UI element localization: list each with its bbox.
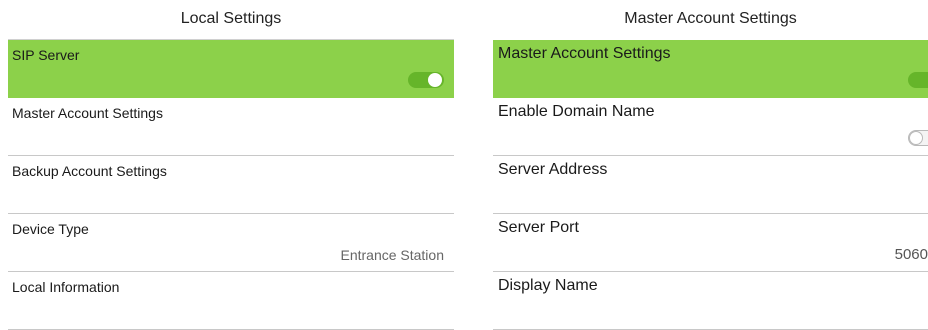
menu-item-server-port[interactable]: Server Port 5060 bbox=[493, 214, 928, 272]
menu-item-label: Enable Domain Name bbox=[498, 103, 655, 120]
menu-item-device-type[interactable]: Device Type Entrance Station bbox=[8, 214, 454, 272]
enable-domain-name-toggle[interactable] bbox=[908, 130, 928, 146]
toggle-knob bbox=[428, 73, 442, 87]
menu-item-label: Backup Account Settings bbox=[12, 163, 167, 179]
menu-item-local-information[interactable]: Local Information bbox=[8, 272, 454, 330]
menu-item-label: SIP Server bbox=[12, 47, 80, 63]
menu-item-label: Master Account Settings bbox=[12, 105, 163, 121]
menu-item-label: Server Port bbox=[498, 219, 579, 236]
device-type-value: Entrance Station bbox=[340, 247, 444, 263]
master-account-settings-panel: Master Account Settings Master Account S… bbox=[493, 0, 928, 330]
server-port-value: 5060 bbox=[894, 246, 928, 263]
menu-item-display-name[interactable]: Display Name bbox=[493, 272, 928, 330]
master-account-settings-title: Master Account Settings bbox=[624, 10, 797, 27]
master-account-toggle[interactable] bbox=[908, 72, 928, 88]
menu-item-server-address[interactable]: Server Address bbox=[493, 156, 928, 214]
local-settings-panel: Local Settings SIP Server Master Account… bbox=[8, 0, 454, 330]
menu-item-label: Local Information bbox=[12, 279, 120, 295]
menu-item-label: Device Type bbox=[12, 221, 89, 237]
menu-item-master-account-enable[interactable]: Master Account Settings bbox=[493, 40, 928, 98]
menu-item-master-account-settings[interactable]: Master Account Settings bbox=[8, 98, 454, 156]
menu-item-label: Master Account Settings bbox=[498, 45, 671, 62]
menu-item-enable-domain-name[interactable]: Enable Domain Name bbox=[493, 98, 928, 156]
sip-server-toggle[interactable] bbox=[408, 72, 444, 88]
menu-item-backup-account-settings[interactable]: Backup Account Settings bbox=[8, 156, 454, 214]
menu-item-label: Display Name bbox=[498, 277, 598, 294]
menu-item-label: Server Address bbox=[498, 161, 608, 178]
toggle-knob bbox=[909, 131, 923, 145]
menu-item-sip-server[interactable]: SIP Server bbox=[8, 40, 454, 98]
local-settings-title: Local Settings bbox=[8, 0, 454, 40]
